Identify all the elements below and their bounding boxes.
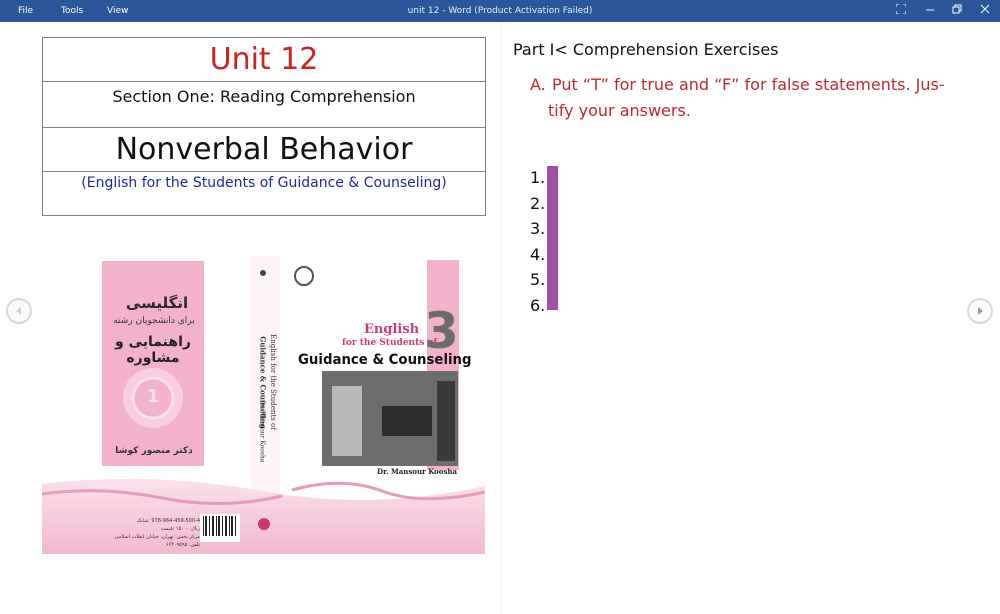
course-title: (English for the Students of Guidance & … <box>81 175 447 191</box>
list-item: 6. <box>530 295 546 315</box>
cover-english-word: English <box>364 322 420 337</box>
list-item: 1. <box>530 168 546 187</box>
close-icon[interactable] <box>974 3 996 19</box>
exercise-instruction: A. Put “T” for true and “F” for false sta… <box>530 72 950 124</box>
section-title: Section One: Reading Comprehension <box>112 87 416 106</box>
prev-page-icon[interactable] <box>6 298 32 324</box>
cover-persian-field: راهنمایی و مشاوره <box>115 334 191 366</box>
highlight-bar <box>547 166 558 310</box>
unit-title: Unit 12 <box>209 42 319 77</box>
cover-main-title: Guidance & Counseling <box>298 352 472 368</box>
restore-icon[interactable] <box>946 3 968 19</box>
fullscreen-icon[interactable] <box>890 3 912 19</box>
book-cover-image: انگلیسی برای دانشجویان رشته راهنمایی و م… <box>41 246 486 554</box>
menu-tools[interactable]: Tools <box>61 6 83 16</box>
cover-isbn: 978-964-459-500-4 :شابک <box>136 518 200 524</box>
menu-view[interactable]: View <box>107 6 128 16</box>
lesson-title-cell: Nonverbal Behavior <box>43 128 485 172</box>
instruction-line-2: tify your answers. <box>548 101 691 120</box>
cover-persian-author: دکتر منصور کوشا <box>115 446 193 456</box>
answer-list: 1. 2. 3. 4. 5. 6. <box>530 165 545 318</box>
cover-persian-subtitle: برای دانشجویان رشته <box>113 316 195 326</box>
cover-price: ریال ۱۵۰۰۰ :قیمت <box>161 526 200 532</box>
exercise-letter: A. <box>530 75 546 94</box>
list-item: 2. <box>530 193 546 213</box>
cover-publisher-phone: تلفن: ۶۶۴۰۹۵۹۵ <box>165 542 200 548</box>
cover-emblem-number: 1 <box>146 386 160 407</box>
window-title: unit 12 - Word (Product Activation Faile… <box>407 6 593 16</box>
course-title-cell: (English for the Students of Guidance & … <box>43 172 485 215</box>
title-bar: File Tools View unit 12 - Word (Product … <box>0 0 1000 22</box>
minimize-icon[interactable] <box>919 3 941 19</box>
instruction-line-1: Put “T” for true and “F” for false state… <box>552 75 945 94</box>
cover-publisher-address: مرکز پخش: تهران، خیابان انقلاب اسلامی <box>114 534 200 540</box>
next-page-icon[interactable] <box>967 298 993 324</box>
unit-title-cell: Unit 12 <box>43 38 485 82</box>
list-item: 3. <box>530 219 546 238</box>
section-title-cell: Section One: Reading Comprehension <box>43 82 485 128</box>
cover-spine-author: Dr. Mansour Koosha <box>258 400 266 463</box>
cover-persian-title: انگلیسی <box>125 294 189 312</box>
lesson-title: Nonverbal Behavior <box>115 132 413 167</box>
cover-author: Dr. Mansour Koosha <box>377 467 458 476</box>
cover-spine-title: English for the Students of <box>269 334 277 430</box>
part-heading: Part I< Comprehension Exercises <box>513 40 779 59</box>
menu-file[interactable]: File <box>18 6 33 16</box>
list-item: 4. <box>530 244 546 264</box>
unit-header-table: Unit 12 Section One: Reading Comprehensi… <box>42 37 486 216</box>
list-item: 5. <box>530 270 546 289</box>
